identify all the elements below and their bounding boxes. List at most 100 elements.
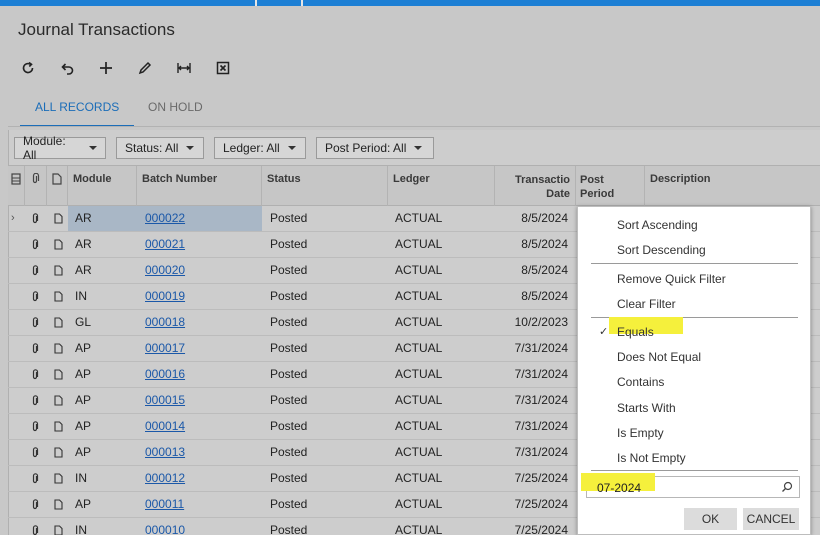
batch-number-cell: 000017 xyxy=(137,336,262,361)
status-filter-dropdown[interactable]: Status: All xyxy=(116,137,204,159)
batch-number-link[interactable]: 000014 xyxy=(145,419,185,433)
header-files-col[interactable] xyxy=(8,166,25,206)
paperclip-icon[interactable] xyxy=(31,421,39,433)
batch-number-cell: 000019 xyxy=(137,284,262,309)
ledger-filter-label: Ledger: All xyxy=(223,141,280,155)
menu-contains[interactable]: Contains xyxy=(617,375,664,389)
add-button[interactable] xyxy=(96,58,135,78)
header-status[interactable]: Status xyxy=(262,166,388,206)
menu-is-not-empty[interactable]: Is Not Empty xyxy=(617,451,686,465)
note-icon[interactable] xyxy=(54,369,63,380)
header-post-period[interactable]: Post Period xyxy=(576,166,645,206)
note-icon[interactable] xyxy=(54,265,63,276)
note-icon[interactable] xyxy=(54,525,63,535)
paperclip-icon[interactable] xyxy=(31,395,39,407)
menu-starts-with[interactable]: Starts With xyxy=(617,401,676,415)
export-excel-button[interactable] xyxy=(213,58,252,78)
column-filter-menu: Sort Ascending Sort Descending Remove Qu… xyxy=(577,206,811,535)
status-cell: Posted xyxy=(270,289,308,303)
batch-number-link[interactable]: 000020 xyxy=(145,263,185,277)
paperclip-icon[interactable] xyxy=(31,343,39,355)
header-batch-number[interactable]: Batch Number xyxy=(137,166,262,206)
ledger-cell: ACTUAL xyxy=(395,367,443,381)
note-icon[interactable] xyxy=(54,317,63,328)
batch-number-link[interactable]: 000019 xyxy=(145,289,185,303)
header-description[interactable]: Description xyxy=(645,166,820,206)
batch-number-link[interactable]: 000016 xyxy=(145,367,185,381)
batch-number-link[interactable]: 000015 xyxy=(145,393,185,407)
menu-equals[interactable]: Equals xyxy=(617,325,654,339)
paperclip-icon[interactable] xyxy=(31,499,39,511)
note-icon[interactable] xyxy=(54,213,63,224)
module-cell: AR xyxy=(75,263,92,277)
fit-to-screen-icon xyxy=(177,63,191,73)
paperclip-icon[interactable] xyxy=(31,317,39,329)
ledger-cell: ACTUAL xyxy=(395,523,443,535)
transaction-date-cell: 7/25/2024 xyxy=(514,471,568,485)
header-module[interactable]: Module xyxy=(68,166,137,206)
note-icon[interactable] xyxy=(54,395,63,406)
tab-all-records[interactable]: ALL RECORDS xyxy=(35,100,119,114)
module-filter-dropdown[interactable]: Module: All xyxy=(14,134,106,162)
note-icon[interactable] xyxy=(54,291,63,302)
paperclip-icon[interactable] xyxy=(31,291,39,303)
undo-icon xyxy=(61,63,74,75)
status-cell: Posted xyxy=(270,497,308,511)
note-icon[interactable] xyxy=(54,239,63,250)
chevron-down-icon xyxy=(186,146,195,150)
filter-value-input[interactable]: 07-2024 xyxy=(581,473,800,498)
status-cell: Posted xyxy=(270,211,308,225)
menu-sort-descending[interactable]: Sort Descending xyxy=(617,243,706,257)
module-cell: AP xyxy=(75,419,92,433)
paperclip-icon[interactable] xyxy=(31,239,39,251)
header-period-line1: Post xyxy=(580,174,604,186)
menu-sort-ascending[interactable]: Sort Ascending xyxy=(617,218,698,232)
paperclip-icon[interactable] xyxy=(31,447,39,459)
search-icon[interactable] xyxy=(781,481,793,493)
ledger-cell: ACTUAL xyxy=(395,445,443,459)
menu-remove-quick-filter[interactable]: Remove Quick Filter xyxy=(617,272,726,286)
cancel-button[interactable]: CANCEL xyxy=(743,508,799,530)
edit-button[interactable] xyxy=(135,58,174,78)
header-note-col[interactable] xyxy=(47,166,68,206)
batch-number-cell: 000013 xyxy=(137,440,262,465)
undo-button[interactable] xyxy=(57,58,96,78)
module-cell: IN xyxy=(75,523,87,535)
batch-number-link[interactable]: 000012 xyxy=(145,471,185,485)
fit-to-screen-button[interactable] xyxy=(174,58,213,78)
header-transaction-date[interactable]: Transactio Date xyxy=(495,166,576,206)
ok-button[interactable]: OK xyxy=(684,508,737,530)
batch-number-link[interactable]: 000018 xyxy=(145,315,185,329)
paperclip-icon[interactable] xyxy=(31,265,39,277)
chevron-down-icon xyxy=(414,146,423,150)
paperclip-icon[interactable] xyxy=(31,369,39,381)
menu-does-not-equal[interactable]: Does Not Equal xyxy=(617,350,701,364)
batch-number-link[interactable]: 000022 xyxy=(145,211,185,225)
menu-is-empty[interactable]: Is Empty xyxy=(617,426,664,440)
ledger-cell: ACTUAL xyxy=(395,211,443,225)
paperclip-icon[interactable] xyxy=(31,213,39,225)
note-icon[interactable] xyxy=(54,343,63,354)
menu-clear-filter[interactable]: Clear Filter xyxy=(617,297,676,311)
header-date-line2: Date xyxy=(546,188,570,200)
header-attachment-col[interactable] xyxy=(25,166,47,206)
batch-number-link[interactable]: 000021 xyxy=(145,237,185,251)
batch-number-link[interactable]: 000010 xyxy=(145,523,185,535)
header-ledger[interactable]: Ledger xyxy=(388,166,495,206)
post-period-filter-dropdown[interactable]: Post Period: All xyxy=(316,137,434,159)
note-icon[interactable] xyxy=(54,421,63,432)
refresh-button[interactable] xyxy=(18,58,57,78)
batch-number-link[interactable]: 000013 xyxy=(145,445,185,459)
batch-number-cell: 000014 xyxy=(137,414,262,439)
ledger-cell: ACTUAL xyxy=(395,237,443,251)
batch-number-link[interactable]: 000017 xyxy=(145,341,185,355)
toolbar xyxy=(18,58,252,78)
tab-on-hold[interactable]: ON HOLD xyxy=(148,100,203,114)
note-icon[interactable] xyxy=(54,473,63,484)
ledger-filter-dropdown[interactable]: Ledger: All xyxy=(214,137,306,159)
paperclip-icon[interactable] xyxy=(31,473,39,485)
note-icon[interactable] xyxy=(54,499,63,510)
paperclip-icon[interactable] xyxy=(31,525,39,535)
note-icon[interactable] xyxy=(54,447,63,458)
batch-number-link[interactable]: 000011 xyxy=(145,497,184,511)
